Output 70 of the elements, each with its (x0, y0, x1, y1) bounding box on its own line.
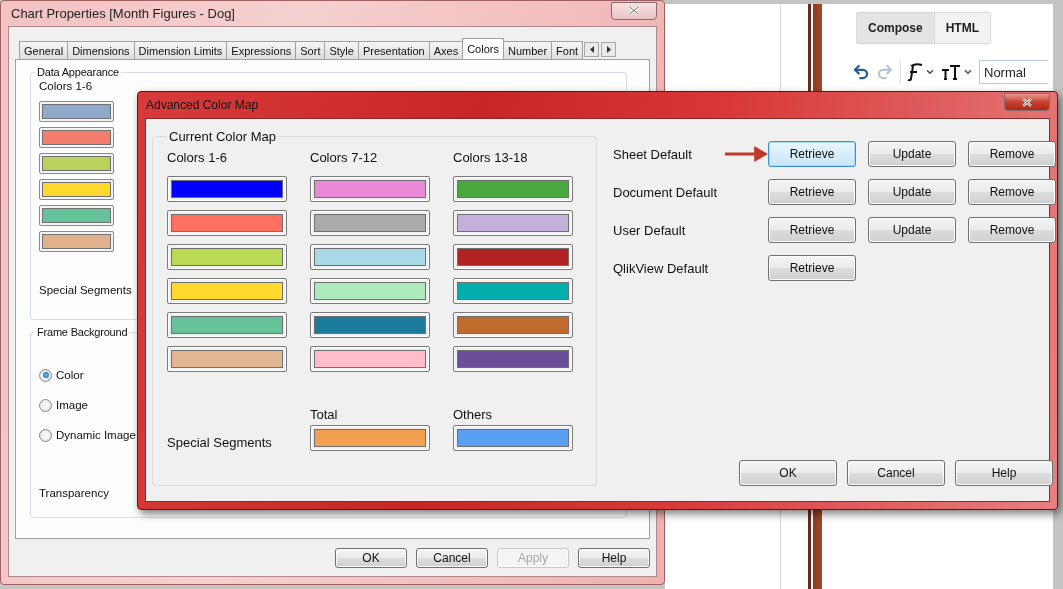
default-button[interactable]: Retrieve (768, 255, 856, 281)
default-button[interactable]: Update (868, 217, 956, 243)
undo-button[interactable] (852, 63, 870, 81)
default-button[interactable]: Retrieve (768, 179, 856, 205)
text-size-button[interactable] (941, 64, 973, 80)
tab[interactable]: Number (502, 41, 553, 59)
text-size-icon (941, 64, 961, 80)
default-button[interactable]: Remove (968, 179, 1056, 205)
window-title: Chart Properties [Month Figures - Dog] (10, 6, 235, 21)
dialog-button[interactable]: Cancel (416, 548, 488, 568)
close-icon (1022, 97, 1032, 107)
column-label: Colors 13-18 (453, 150, 529, 167)
group-title: Frame Background (36, 326, 129, 338)
column-label: Colors 1-6 (167, 150, 228, 167)
segment-label: Others (453, 407, 493, 424)
redo-icon (876, 63, 894, 81)
font-button[interactable] (907, 63, 935, 81)
caret-icon (925, 67, 935, 77)
scroll-right-button[interactable] (601, 42, 617, 57)
tab[interactable]: General (19, 41, 69, 59)
dialog-button[interactable]: Cancel (847, 460, 945, 486)
mode-tab[interactable]: HTML (934, 13, 990, 43)
tab[interactable]: Sort (295, 41, 326, 59)
tab[interactable]: Presentation (357, 41, 430, 59)
tab[interactable]: Dimensions (67, 41, 135, 59)
close-button[interactable] (1004, 93, 1050, 111)
radio-button[interactable] (39, 428, 52, 442)
default-button[interactable]: Update (868, 141, 956, 167)
dialog-button[interactable]: Help (578, 548, 650, 568)
default-label: Document Default (613, 184, 718, 200)
default-label: User Default (613, 222, 686, 238)
group-title: Current Color Map (168, 129, 277, 144)
mode-tab[interactable]: Compose (857, 13, 935, 43)
close-button[interactable] (611, 1, 657, 20)
font-icon (907, 63, 923, 81)
dialog-title: Advanced Color Map (145, 98, 259, 112)
format-field[interactable]: Normal (979, 60, 1048, 84)
right-arrow-icon (606, 46, 611, 53)
close-icon (629, 6, 639, 15)
transparency-label: Transparency (39, 487, 109, 499)
default-button[interactable]: Remove (968, 141, 1056, 167)
radio-button[interactable] (39, 398, 52, 412)
scroll-left-button[interactable] (584, 42, 600, 57)
undo-icon (852, 63, 870, 81)
default-label: QlikView Default (613, 260, 709, 276)
default-button[interactable]: Retrieve (768, 217, 856, 243)
column-label: Colors 7-12 (310, 150, 379, 167)
caret-icon (963, 67, 973, 77)
dialog-button[interactable]: OK (335, 548, 407, 568)
default-label: Sheet Default (613, 146, 692, 162)
tab[interactable]: Style (324, 41, 359, 59)
segment-label: Total (310, 407, 339, 424)
default-button[interactable]: Retrieve (768, 141, 856, 167)
tab[interactable]: Font (551, 41, 584, 59)
default-button[interactable]: Update (868, 179, 956, 205)
special-segments-label: Special Segments (167, 435, 273, 451)
radio-button[interactable] (39, 368, 52, 382)
radio-option[interactable]: Dynamic Image (39, 425, 136, 445)
column-label: Colors 1-6 (39, 80, 93, 92)
dialog-button[interactable]: Help (955, 460, 1053, 486)
tab[interactable]: Dimension Limits (133, 41, 228, 59)
radio-option[interactable]: Image (39, 395, 88, 415)
left-arrow-icon (589, 46, 594, 53)
tab[interactable]: Colors (462, 38, 504, 59)
special-segments-label: Special Segments (39, 284, 132, 296)
radio-option[interactable]: Color (39, 365, 84, 385)
dialog-button[interactable]: OK (739, 460, 837, 486)
tab[interactable]: Expressions (226, 41, 297, 59)
group-title: Data Appearance (36, 66, 120, 78)
default-button[interactable]: Remove (968, 217, 1056, 243)
